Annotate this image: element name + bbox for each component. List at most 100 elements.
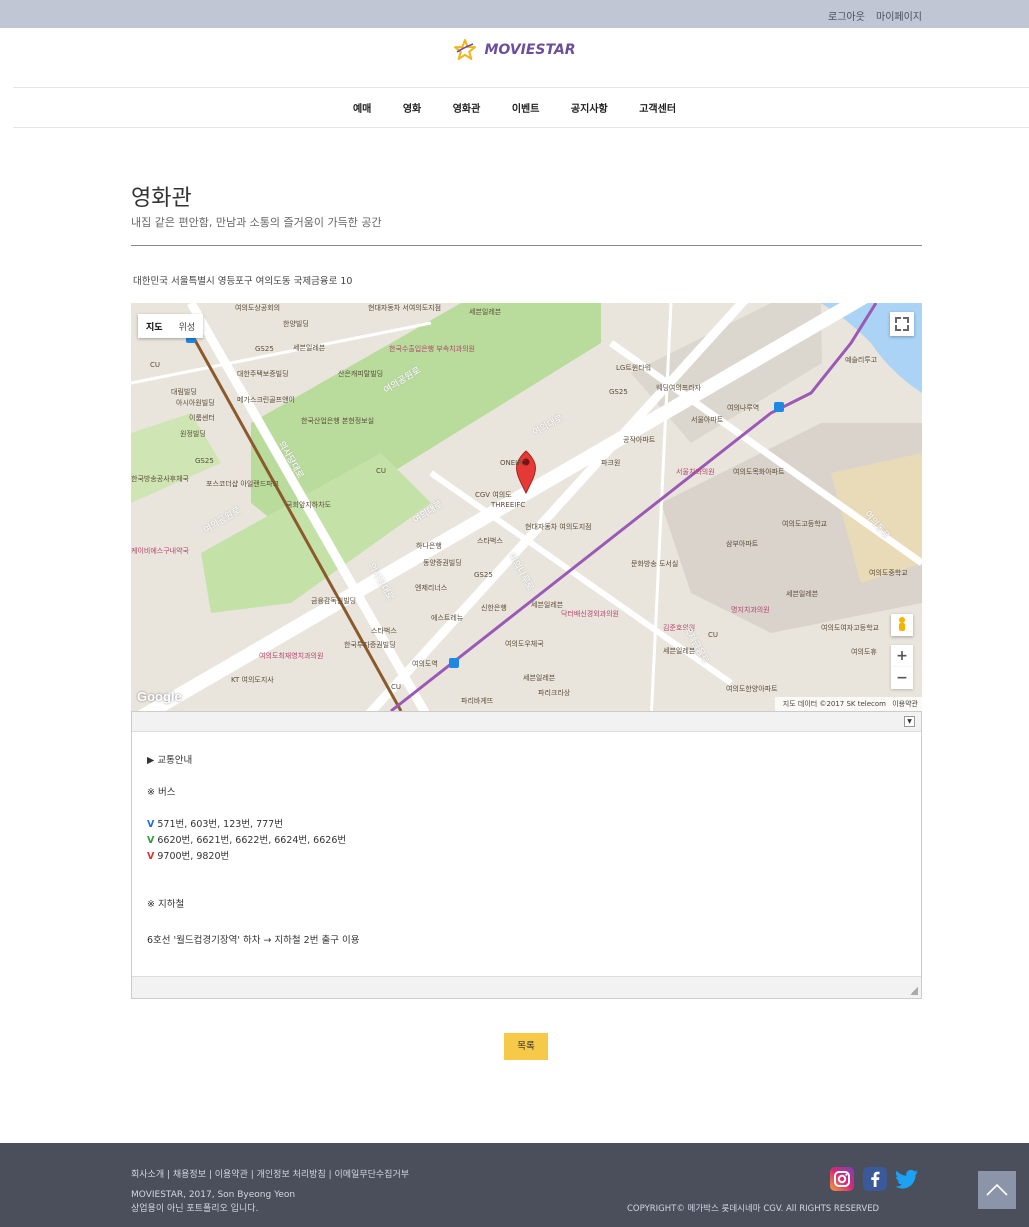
map-label: CGV 여의도 — [475, 491, 512, 499]
site-footer: 회사소개 | 채용정보 | 이용약관 | 개인정보 처리방침 | 이메일무단수집… — [0, 1143, 1029, 1227]
map-label: 여의도한양아파트 — [726, 685, 778, 693]
nav-item-events[interactable]: 이벤트 — [512, 100, 540, 115]
map-label: 대한주택보증빌딩 — [237, 370, 289, 378]
map-label: 세븐일레븐 — [469, 308, 502, 316]
fullscreen-icon — [895, 317, 901, 323]
map-label: 한양빌딩 — [283, 320, 309, 328]
map-label: 서울아파트 — [691, 416, 724, 424]
map-label: CU — [708, 631, 719, 639]
bus-heading: ※ 버스 — [147, 787, 176, 798]
map-label: 웨딩여의프라자 — [656, 384, 702, 392]
map-label: GS25 — [474, 571, 493, 579]
map-label: 스타벅스 — [477, 537, 503, 545]
site-logo[interactable]: MOVIESTAR — [0, 38, 1029, 78]
map-label: ONEIFC — [500, 459, 527, 467]
subway-station-icon — [774, 402, 784, 412]
map-label: KT 여의도지사 — [231, 676, 274, 684]
map-label: 여의도여자고등학교 — [821, 624, 879, 632]
title-divider — [131, 245, 922, 246]
bus-mark: V — [147, 819, 155, 830]
map-label: 여의도휴 — [851, 648, 877, 656]
dropdown-icon[interactable]: ▼ — [904, 716, 915, 727]
resize-handle-icon[interactable] — [910, 987, 918, 995]
map-label: LG트윈타워 — [616, 364, 652, 372]
transit-info-box[interactable]: ▼ ▶ 교통안내 ※ 버스 V 571번, 603번, 123번, 777번 V6… — [131, 711, 922, 999]
map-label: 에스트레뉴 — [431, 614, 464, 622]
subway-heading: ※ 지하철 — [147, 899, 185, 910]
twitter-glyph — [895, 1169, 918, 1189]
map-label: 스타벅스 — [371, 627, 397, 635]
map-label: 여의도상공회의 — [235, 304, 281, 312]
map-label: 세븐일레븐 — [531, 601, 564, 609]
map-label: 파크원 — [601, 459, 621, 467]
theater-address: 대한민국 서울특별시 영등포구 여의도동 국제금융로 10 — [133, 276, 353, 287]
facebook-glyph — [871, 1171, 880, 1187]
zoom-out-button[interactable]: − — [891, 667, 913, 689]
header-divider-bottom — [13, 127, 1029, 128]
header-divider-top — [13, 87, 1029, 88]
map-attribution: 지도 데이터 ©2017 SK telecom 이용약관 — [774, 697, 922, 711]
logout-link[interactable]: 로그아웃 — [828, 12, 865, 23]
bus-routes: 6620번, 6621번, 6622번, 6624번, 6626번 — [157, 835, 347, 846]
transit-heading: ▶ 교통안내 — [147, 755, 193, 766]
map-label: GS25 — [255, 345, 274, 353]
bus-mark: V — [147, 851, 155, 862]
map-label: 포스코더샵 아일랜드파크 — [206, 480, 280, 488]
google-logo: Google — [137, 689, 182, 704]
map-label: 여의도역 — [412, 660, 438, 668]
textbox-toolbar: ▼ — [132, 712, 921, 732]
map-label: 이룸센터 — [189, 414, 215, 422]
nav-item-support[interactable]: 고객센터 — [639, 100, 676, 115]
nav-item-booking[interactable]: 예매 — [353, 100, 371, 115]
map-label: 닥터배신경외과의원 — [561, 610, 619, 618]
nav-item-movies[interactable]: 영화 — [403, 100, 421, 115]
map-type-map-button[interactable]: 지도 — [138, 320, 171, 333]
map-label: 한국투자증권빌딩 — [344, 641, 396, 649]
map-label: GS25 — [609, 388, 628, 396]
map-label: THREEIFC — [491, 501, 526, 509]
bus-routes: 571번, 603번, 123번, 777번 — [157, 819, 283, 830]
pegman-icon — [899, 617, 905, 631]
instagram-glyph — [834, 1171, 850, 1187]
map-label: 아시아원빌딩 — [176, 399, 215, 407]
instagram-icon[interactable] — [830, 1167, 854, 1191]
map-label: 한국산업은행 본현정보실 — [301, 417, 375, 425]
list-button[interactable]: 목록 — [504, 1033, 548, 1060]
bus-line-row: V 6620번, 6621번, 6622번, 6624번, 6626번 — [147, 832, 346, 846]
map-label: 여의도목화아파트 — [733, 468, 785, 476]
map-label: 파리바게뜨 — [461, 697, 494, 705]
brand-name: MOVIESTAR — [484, 42, 576, 58]
map-label: 대림빌딩 — [171, 388, 197, 396]
map-terms-link[interactable]: 이용약관 — [892, 700, 918, 708]
map-label: 케이비에스구내약국 — [131, 547, 189, 555]
map-type-satellite-button[interactable]: 위성 — [171, 320, 204, 333]
map-label: 문화방송 도서실 — [631, 560, 679, 568]
facebook-icon[interactable] — [863, 1167, 887, 1191]
map-label: 메가스크린골프앤이 — [237, 396, 295, 404]
map-label: 삼부아파트 — [726, 540, 759, 548]
map-canvas[interactable] — [131, 303, 922, 711]
top-utility-bar: 로그아웃 마이페이지 — [0, 0, 1029, 28]
bus-mark: V — [147, 835, 155, 846]
map-label: 산은캐피탈빌딩 — [338, 370, 384, 378]
nav-item-theaters[interactable]: 영화관 — [453, 100, 481, 115]
map-label: 현대자동차 서여의도지점 — [368, 304, 442, 312]
map-label: CU — [391, 683, 402, 691]
zoom-in-button[interactable]: + — [891, 645, 913, 667]
star-logo-icon — [454, 39, 477, 60]
scroll-to-top-button[interactable] — [978, 1171, 1016, 1209]
mypage-link[interactable]: 마이페이지 — [876, 12, 922, 23]
fullscreen-button[interactable] — [890, 312, 914, 336]
map-label: CU — [376, 467, 387, 475]
map-label: 원정빌딩 — [180, 430, 206, 438]
footer-notice: 상업용이 아닌 포트폴리오 입니다. — [131, 1204, 259, 1214]
nav-item-notices[interactable]: 공지사항 — [571, 100, 608, 115]
map-label: 현대자동차 여의도지점 — [525, 523, 592, 531]
map-view[interactable]: 여의도상공회의 한양빌딩 현대자동차 서여의도지점 세븐일레븐 GS25 세븐일… — [131, 303, 922, 711]
subway-station-icon — [449, 658, 459, 668]
twitter-icon[interactable] — [894, 1167, 918, 1191]
street-view-pegman-button[interactable] — [891, 614, 913, 636]
page-subtitle: 내집 같은 편안함, 만남과 소통의 즐거움이 가득한 공간 — [131, 216, 382, 229]
footer-links[interactable]: 회사소개 | 채용정보 | 이용약관 | 개인정보 처리방침 | 이메일무단수집… — [131, 1167, 409, 1180]
map-label: 동양증권빌딩 — [423, 559, 462, 567]
